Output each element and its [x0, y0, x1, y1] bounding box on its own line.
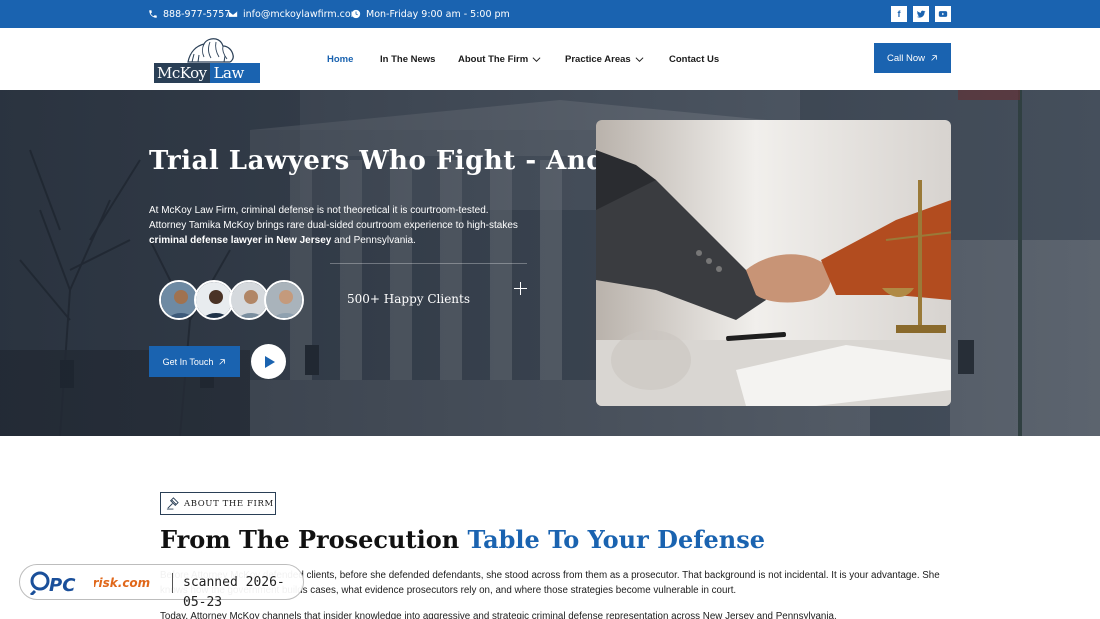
about-title: From The Prosecution Table To Your Defen…: [160, 525, 765, 554]
mail-icon: [228, 11, 238, 17]
chevron-down-icon: [532, 57, 541, 63]
avatar: [264, 280, 304, 320]
hero-description: At McKoy Law Firm, criminal defense is n…: [149, 203, 519, 248]
plus-icon: [514, 282, 527, 295]
clock-icon: [351, 9, 361, 19]
logo-wordmark: McKoy Law: [154, 63, 260, 83]
hero-desc-part-2: and Pennsylvania.: [331, 235, 416, 246]
phone-icon: [149, 10, 157, 18]
gavel-icon: [166, 497, 179, 510]
get-in-touch-button[interactable]: Get In Touch: [149, 346, 240, 377]
site-logo[interactable]: McKoy Law: [154, 36, 262, 84]
email-text: info@mckoylawfirm.com: [243, 8, 360, 20]
nav-about-the-firm[interactable]: About The Firm: [458, 54, 541, 65]
hours-info: Mon-Friday 9:00 am - 5:00 pm: [351, 0, 510, 28]
phone-text: 888-977-5757: [163, 8, 231, 20]
nav-practice-label: Practice Areas: [565, 54, 631, 65]
phone-link[interactable]: 888-977-5757: [148, 0, 230, 28]
call-now-button[interactable]: Call Now: [874, 43, 951, 73]
hero-desc-part-1: At McKoy Law Firm, criminal defense is n…: [149, 205, 518, 231]
nav-contact-label: Contact Us: [669, 54, 720, 65]
nav-home[interactable]: Home: [327, 54, 353, 65]
handshake-photo: [596, 120, 951, 406]
scan-date: scanned 2026-05-23: [172, 573, 303, 610]
about-firm-badge-label: ABOUT THE FIRM: [184, 498, 274, 509]
nav-news-label: In The News: [380, 54, 436, 65]
lion-emblem-icon: [187, 38, 234, 63]
happy-clients-count: 500+ Happy Clients: [347, 292, 471, 306]
youtube-icon[interactable]: [935, 6, 951, 22]
about-firm-badge: ABOUT THE FIRM: [160, 492, 276, 515]
hero-desc-bold: criminal defense lawyer in New Jersey: [149, 235, 332, 246]
facebook-icon[interactable]: f: [891, 6, 907, 22]
divider: [330, 263, 527, 264]
site-header: McKoy Law Home In The News About The Fir…: [0, 28, 1100, 90]
arrow-up-right-icon: [931, 55, 937, 61]
pcrisk-watermark: PC PCrisk.com scanned 2026-05-23: [19, 564, 304, 610]
get-in-touch-label: Get In Touch: [162, 356, 214, 367]
top-bar: 888-977-5757 info@mckoylawfirm.com Mon-F…: [0, 0, 1100, 28]
about-paragraph-2: Today, Attorney McKoy channels that insi…: [160, 611, 837, 619]
avatar: [194, 280, 234, 320]
svg-text:PC: PC: [49, 575, 76, 595]
logo-text-mckoy: McKoy: [154, 63, 210, 83]
play-video-button[interactable]: [251, 344, 286, 379]
email-link[interactable]: info@mckoylawfirm.com: [228, 0, 360, 28]
avatar: [159, 280, 199, 320]
play-icon: [264, 355, 275, 368]
nav-contact-us[interactable]: Contact Us: [669, 54, 719, 65]
twitter-icon[interactable]: [913, 6, 929, 22]
hero-title: Trial Lawyers Who Fight - And Win: [149, 146, 674, 176]
hours-text: Mon-Friday 9:00 am - 5:00 pm: [366, 8, 510, 20]
avatar: [229, 280, 269, 320]
call-now-label: Call Now: [886, 52, 925, 64]
nav-home-label: Home: [327, 54, 354, 65]
nav-about-label: About The Firm: [458, 54, 529, 65]
about-title-highlight: Table To Your Defense: [467, 525, 766, 554]
logo-text-law: Law: [209, 63, 260, 83]
arrow-up-right-icon: [219, 358, 226, 365]
hero-section: Trial Lawyers Who Fight - And Win At McK…: [0, 90, 1100, 436]
nav-practice-areas[interactable]: Practice Areas: [565, 54, 644, 65]
about-title-dark: From The Prosecution: [160, 525, 468, 554]
nav-in-the-news[interactable]: In The News: [380, 54, 435, 65]
chevron-down-icon: [635, 57, 644, 63]
